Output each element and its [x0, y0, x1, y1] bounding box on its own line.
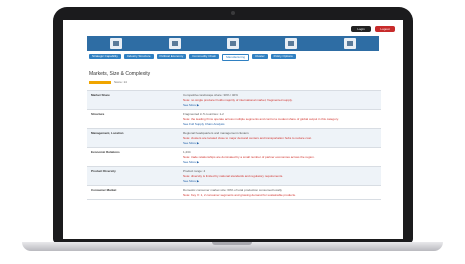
tab-strategic-capability[interactable]: Strategic Capability: [89, 54, 121, 59]
login-button[interactable]: Login: [351, 26, 371, 32]
row-note: Note: the leading firms operate across m…: [183, 117, 339, 121]
table-row: Economic Relations 1,234 Note: trade rel…: [87, 148, 381, 167]
screen: Login Logout Strategic Capability Indust…: [63, 20, 403, 239]
network-icon[interactable]: [285, 38, 298, 49]
tab-policy-options[interactable]: Policy Options: [270, 54, 296, 59]
row-body: Domestic consumer market size: 60% of to…: [179, 186, 381, 199]
row-label: Consumer Market: [91, 188, 117, 192]
row-link[interactable]: See Full Supply Chain Analysis: [183, 122, 377, 126]
row-label: Economic Relations: [91, 150, 120, 154]
user-icon[interactable]: [226, 38, 239, 49]
row-body: Regional headquarters and management clu…: [179, 129, 381, 147]
row-main-text: Product range: 4: [183, 169, 206, 173]
page-title: Markets, Size & Complexity: [89, 71, 151, 77]
row-label: Product Diversity: [91, 169, 116, 173]
logout-button[interactable]: Logout: [375, 26, 395, 32]
auth-bar: Login Logout: [351, 26, 395, 32]
row-link[interactable]: See More ▶: [183, 103, 377, 107]
tab-commodity-chain[interactable]: Commodity Chain: [189, 54, 220, 59]
table-row: Consumer Market Domestic consumer market…: [87, 186, 381, 200]
table-row: Structure Fragmented in 5 countries: 1-2…: [87, 110, 381, 129]
row-note: Note: trade relationships are dominated …: [183, 155, 315, 159]
score-bar: [89, 80, 111, 84]
tab-political-economy[interactable]: Political Economy: [156, 54, 187, 59]
info-table: Market Share Competitive landscape share…: [87, 90, 381, 200]
row-main-text: 1,234: [183, 150, 191, 154]
row-link[interactable]: See More ▶: [183, 179, 377, 183]
row-body: Product range: 4 Note: diversity is limi…: [179, 167, 381, 185]
score-row: Score: 14: [89, 80, 127, 84]
table-row: Management, Location Regional headquarte…: [87, 129, 381, 148]
row-main-text: Domestic consumer market size: 60% of to…: [183, 188, 282, 192]
row-link[interactable]: See More ▶: [183, 160, 377, 164]
row-link[interactable]: See More ▶: [183, 141, 377, 145]
tab-cluster[interactable]: Cluster: [252, 54, 268, 59]
row-note: Note: Key X: 1, 2 consumer segments and …: [183, 193, 296, 197]
webcam-icon: [231, 11, 235, 15]
nav-band: [87, 36, 379, 51]
tab-bar: Strategic Capability Industry Structure …: [89, 54, 379, 61]
row-label: Structure: [91, 112, 105, 116]
row-note: Note: diversity is limited by national s…: [183, 174, 284, 178]
row-body: Competitive landscape share: 30% / 40% N…: [179, 91, 381, 109]
row-label: Management, Location: [91, 131, 124, 135]
chart-icon[interactable]: [343, 38, 356, 49]
row-main-text: Competitive landscape share: 30% / 40%: [183, 93, 238, 97]
row-main-text: Fragmented in 5 countries: 1-2: [183, 112, 224, 116]
row-label: Market Share: [91, 93, 110, 97]
dashboard-icon[interactable]: [110, 38, 123, 49]
row-main-text: Regional headquarters and management clu…: [183, 131, 249, 135]
table-row: Market Share Competitive landscape share…: [87, 91, 381, 110]
base-notch: [212, 242, 252, 245]
table-row: Product Diversity Product range: 4 Note:…: [87, 167, 381, 186]
row-note: Note: no single producer holds majority …: [183, 98, 293, 102]
row-note: Note: clusters are located close to majo…: [183, 136, 312, 140]
row-body: 1,234 Note: trade relationships are domi…: [179, 148, 381, 166]
tab-manufacturing[interactable]: Manufacturing: [222, 54, 250, 61]
document-icon[interactable]: [168, 38, 181, 49]
laptop-base: [22, 242, 443, 251]
tab-industry-structure[interactable]: Industry Structure: [123, 54, 154, 59]
score-label: Score: 14: [114, 80, 127, 84]
row-body: Fragmented in 5 countries: 1-2 Note: the…: [179, 110, 381, 128]
